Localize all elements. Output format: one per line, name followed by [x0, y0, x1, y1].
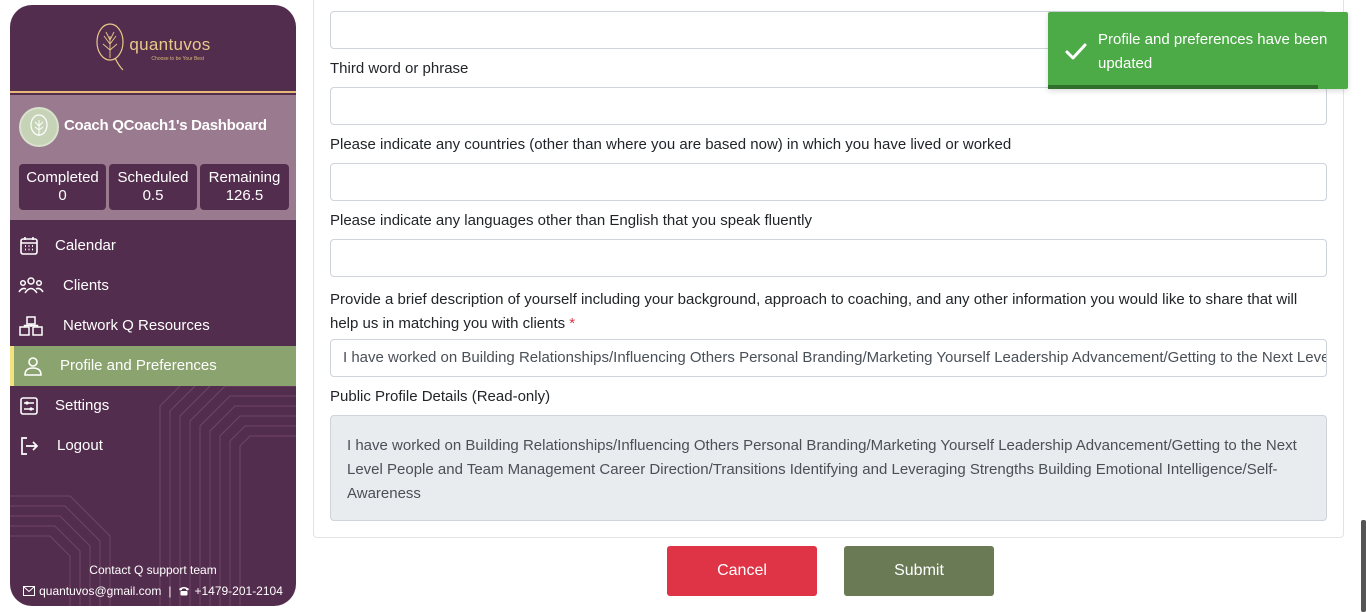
sidebar-item-settings[interactable]: Settings: [10, 386, 296, 426]
sidebar-item-label: Logout: [57, 437, 103, 454]
users-icon: [18, 277, 44, 294]
logo-icon: [96, 23, 125, 71]
stat-remaining: Remaining 126.5: [200, 164, 289, 210]
required-marker: *: [569, 315, 576, 332]
languages-label: Please indicate any languages other than…: [330, 212, 812, 229]
settings-icon: [20, 397, 38, 415]
logout-icon: [21, 437, 39, 455]
mail-icon: [23, 586, 36, 596]
languages-input[interactable]: [330, 239, 1327, 277]
public-profile-label: Public Profile Details (Read-only): [330, 388, 551, 405]
profile-summary: Coach QCoach1's Dashboard Completed 0 Sc…: [10, 95, 296, 220]
stat-label: Remaining: [208, 169, 281, 186]
sidebar-item-label: Calendar: [55, 237, 116, 254]
description-label: Provide a brief description of yourself …: [330, 288, 1320, 336]
support-separator: |: [168, 584, 172, 598]
phone-icon: [179, 587, 190, 596]
stat-value: 0: [58, 187, 67, 204]
support-title: Contact Q support team: [89, 563, 217, 577]
check-icon: [1065, 43, 1087, 60]
support-row: quantuvos@gmail.com | +1479-201-2104: [10, 584, 296, 598]
third-word-input[interactable]: [330, 87, 1327, 125]
public-profile-readonly: I have worked on Building Relationships/…: [330, 415, 1327, 521]
success-toast[interactable]: Profile and preferences have been update…: [1048, 12, 1348, 89]
user-icon: [24, 357, 42, 376]
network-icon: [19, 316, 43, 336]
support-phone[interactable]: +1479-201-2104: [194, 584, 282, 598]
description-input[interactable]: I have worked on Building Relationships/…: [330, 339, 1327, 377]
sidebar-item-label: Network Q Resources: [63, 317, 210, 334]
sidebar-item-label: Settings: [55, 397, 110, 414]
sidebar-item-logout[interactable]: Logout: [10, 426, 296, 466]
toast-progress-bar: [1048, 85, 1318, 89]
sidebar-item-profile-and-preferences[interactable]: Profile and Preferences: [10, 346, 296, 386]
brand-header[interactable]: quantuvos Choose to be Your Best: [10, 5, 296, 93]
calendar-icon: [20, 237, 38, 255]
countries-input[interactable]: [330, 163, 1327, 201]
stat-scheduled: Scheduled 0.5: [109, 164, 197, 210]
avatar: [19, 107, 59, 147]
sidebar-nav: Calendar Clients Network Q Resources Pro…: [10, 226, 296, 466]
stat-value: 126.5: [225, 187, 264, 204]
submit-button[interactable]: Submit: [844, 546, 994, 596]
sidebar-item-network-q-resources[interactable]: Network Q Resources: [10, 306, 296, 346]
cancel-button[interactable]: Cancel: [667, 546, 817, 596]
stat-label: Completed: [26, 169, 99, 186]
support-email[interactable]: quantuvos@gmail.com: [39, 584, 161, 598]
stat-value: 0.5: [142, 187, 164, 204]
third-word-label: Third word or phrase: [330, 60, 469, 77]
support-contact: Contact Q support team quantuvos@gmail.c…: [10, 563, 296, 598]
sidebar-item-label: Clients: [63, 277, 109, 294]
stats-row: Completed 0 Scheduled 0.5 Remaining 126.…: [19, 164, 289, 210]
page-scrollbar[interactable]: [1361, 520, 1366, 612]
tree-avatar-icon: [30, 114, 48, 136]
sidebar-item-clients[interactable]: Clients: [10, 266, 296, 306]
sidebar-item-label: Profile and Preferences: [60, 357, 217, 374]
stat-label: Scheduled: [117, 169, 189, 186]
brand-tagline: Choose to be Your Best: [151, 55, 204, 62]
countries-label: Please indicate any countries (other tha…: [330, 136, 1012, 153]
stat-completed: Completed 0: [19, 164, 106, 210]
toast-message: Profile and preferences have been update…: [1098, 31, 1328, 72]
sidebar-item-calendar[interactable]: Calendar: [10, 226, 296, 266]
description-label-text: Provide a brief description of yourself …: [330, 291, 1298, 332]
sidebar: quantuvos Choose to be Your Best Coach Q…: [10, 5, 296, 606]
brand-name: quantuvos: [129, 34, 211, 54]
dashboard-title: Coach QCoach1's Dashboard: [64, 117, 267, 134]
